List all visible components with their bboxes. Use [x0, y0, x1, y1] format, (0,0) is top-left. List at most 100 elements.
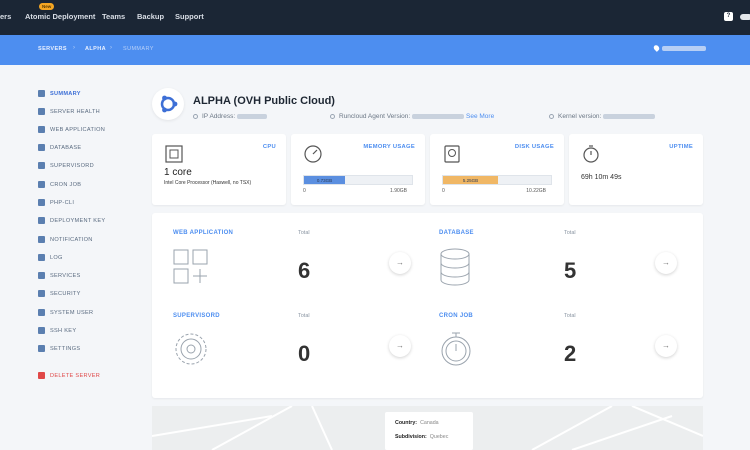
agent-redacted [412, 113, 465, 119]
total-label: Total [298, 230, 310, 236]
sidebar-item-database[interactable]: DATABASE [38, 143, 148, 155]
sidebar-item-label: SUPERVISORD [50, 163, 94, 169]
total-label: Total [564, 230, 576, 236]
location-pin-icon [652, 44, 661, 52]
sidebar-item-label: SETTINGS [50, 346, 81, 352]
sidebar-item-label: LOG [50, 255, 63, 261]
disk-min: 0 [442, 188, 445, 194]
supervisord-arrow-button[interactable]: → [389, 335, 411, 357]
gear-icon [38, 345, 45, 352]
sidebar-item-server-health[interactable]: SERVER HEALTH [38, 107, 148, 119]
memory-bar-fill: 0.73GB [304, 176, 346, 184]
agent-label: Runcloud Agent Version: [339, 113, 411, 120]
gauge-icon [304, 145, 322, 163]
runcloud-icon [330, 113, 335, 119]
hard-drive-icon [444, 145, 460, 163]
cpu-model: Intel Core Processor (Haswell, no TSX) [164, 180, 252, 186]
sidebar-item-php-cli[interactable]: PHP-CLI [38, 198, 148, 210]
help-icon[interactable]: ? [724, 12, 733, 21]
nav-teams[interactable]: Teams [102, 12, 125, 21]
location-map[interactable]: Country: Canada Subdivision: Quebec [152, 406, 703, 450]
sidebar-item-label: NOTIFICATION [50, 237, 93, 243]
ip-redacted [237, 113, 268, 119]
cpu-card: CPU 1 core Intel Core Processor (Haswell… [152, 134, 286, 205]
cron-job-count: 2 [564, 341, 577, 366]
see-more-link[interactable]: See More [466, 113, 494, 120]
sidebar-item-services[interactable]: SERVICES [38, 271, 148, 283]
country-label: Country: [395, 420, 418, 426]
sidebar-item-summary[interactable]: SUMMARY [38, 89, 148, 101]
resource-counts-panel: WEB APPLICATION Total 6 → DATABASE Total… [152, 213, 703, 398]
stopwatch-icon [583, 145, 599, 163]
kernel-redacted [603, 113, 656, 119]
location-icon [193, 113, 198, 119]
new-badge: New [39, 3, 55, 10]
sidebar-item-log[interactable]: LOG [38, 253, 148, 265]
sidebar-item-settings[interactable]: SETTINGS [38, 344, 148, 356]
php-icon [38, 199, 45, 206]
total-label: Total [564, 313, 576, 319]
nav-support[interactable]: Support [175, 12, 204, 21]
sidebar-item-ssh-key[interactable]: SSH KEY [38, 326, 148, 338]
apps-grid-icon [173, 249, 208, 284]
sidebar-item-label: SECURITY [50, 291, 81, 297]
sidebar-item-security[interactable]: SECURITY [38, 289, 148, 301]
total-label: Total [298, 313, 310, 319]
memory-card: MEMORY USAGE 0.73GB 0 1.90GB [291, 134, 425, 205]
memory-min: 0 [303, 188, 306, 194]
server-os-logo [152, 88, 184, 120]
sidebar-item-web-application[interactable]: WEB APPLICATION [38, 125, 148, 137]
breadcrumb-current: SUMMARY [123, 46, 154, 52]
delete-server-button[interactable]: DELETE SERVER [38, 371, 148, 383]
cron-job-label: CRON JOB [439, 313, 474, 319]
nav-atomic-deployment[interactable]: Atomic Deployment [25, 12, 95, 21]
database-icon [38, 144, 45, 151]
cron-job-arrow-button[interactable]: → [655, 335, 677, 357]
sidebar-item-notification[interactable]: NOTIFICATION [38, 235, 148, 247]
sidebar-item-deployment-key[interactable]: DEPLOYMENT KEY [38, 216, 148, 228]
cpu-title: CPU [262, 144, 276, 150]
kernel-icon [549, 113, 554, 119]
sidebar-item-label: SERVER HEALTH [50, 109, 101, 115]
sidebar-item-label: PHP-CLI [50, 200, 75, 206]
kernel-label: Kernel version: [558, 113, 602, 120]
memory-used: 0.73GB [316, 178, 333, 183]
ubuntu-icon [160, 95, 178, 113]
subdivision-label: Subdivision: [395, 434, 427, 440]
disk-bar: 5.25GB [442, 175, 552, 185]
memory-title: MEMORY USAGE [363, 144, 415, 150]
ip-label: IP Address: [202, 113, 236, 120]
bell-icon [38, 236, 45, 243]
user-menu[interactable] [740, 14, 750, 20]
location-redacted [662, 46, 706, 51]
breadcrumb-servers[interactable]: SERVERS [38, 46, 67, 52]
health-icon [38, 108, 45, 115]
nav-backup[interactable]: Backup [137, 12, 164, 21]
sidebar-item-label: CRON JOB [50, 182, 82, 188]
gear-cog-icon [175, 333, 207, 365]
web-application-label: WEB APPLICATION [173, 230, 234, 236]
disk-used: 5.25GB [462, 178, 479, 183]
sidebar-item-system-user[interactable]: SYSTEM USER [38, 308, 148, 320]
uptime-title: UPTIME [669, 144, 693, 150]
summary-icon [38, 90, 45, 97]
top-navigation: ers New Atomic Deployment Teams Backup S… [0, 0, 750, 35]
breadcrumb-separator: › [73, 45, 75, 51]
agent-version: Runcloud Agent Version: See More [330, 113, 494, 120]
breadcrumb-server[interactable]: ALPHA [85, 46, 106, 52]
cpu-cores: 1 core [164, 167, 192, 178]
database-arrow-button[interactable]: → [655, 252, 677, 274]
memory-max: 1.90GB [390, 188, 407, 194]
uptime-value: 69h 10m 49s [581, 174, 622, 181]
ssh-key-icon [38, 327, 45, 334]
sidebar-item-supervisord[interactable]: SUPERVISORD [38, 161, 148, 173]
supervisord-count: 0 [298, 341, 311, 366]
nav-servers[interactable]: ers [0, 12, 11, 21]
sidebar-item-label: SERVICES [50, 273, 81, 279]
map-info-popup: Country: Canada Subdivision: Quebec [385, 412, 473, 450]
web-application-arrow-button[interactable]: → [389, 252, 411, 274]
sidebar-item-cron-job[interactable]: CRON JOB [38, 180, 148, 192]
web-app-icon [38, 126, 45, 133]
sidebar-item-label: SUMMARY [50, 91, 81, 97]
key-icon [38, 217, 45, 224]
